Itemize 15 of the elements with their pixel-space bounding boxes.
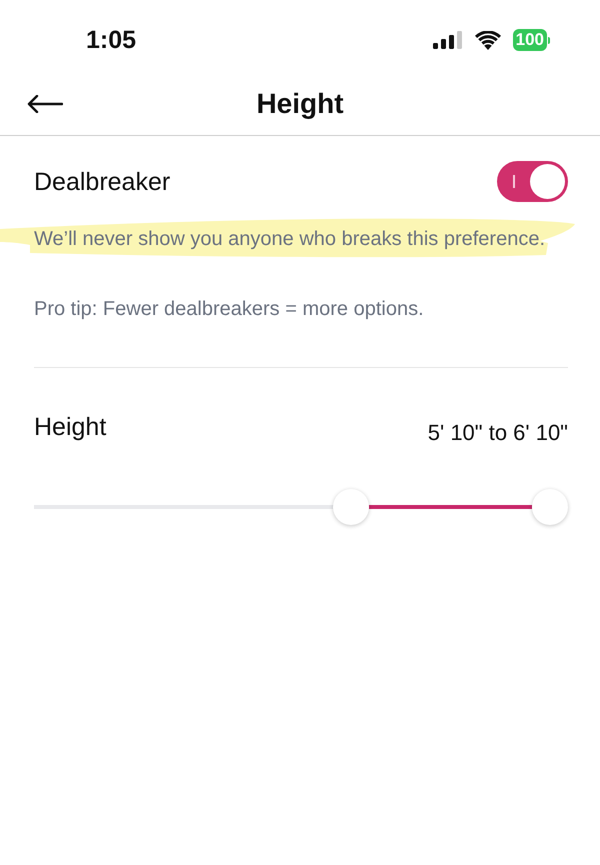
pro-tip-text: Pro tip: Fewer dealbreakers = more options. (34, 297, 425, 321)
dealbreaker-toggle[interactable] (497, 161, 568, 202)
wifi-icon (474, 30, 501, 50)
back-button[interactable] (27, 95, 63, 113)
back-arrow-icon (27, 95, 63, 113)
status-time: 1:05 (86, 25, 136, 55)
height-range-value: 5' 10" to 6' 10" (428, 420, 568, 446)
page-title: Height (256, 86, 344, 120)
dealbreaker-label: Dealbreaker (34, 166, 170, 196)
dealbreaker-description: We’ll never show you anyone who breaks this preference. (34, 227, 546, 251)
slider-thumb[interactable] (532, 489, 568, 525)
slider-thumb[interactable] (332, 489, 369, 525)
height-label: Height (34, 412, 106, 442)
battery-indicator: 100 (512, 29, 550, 51)
signal-icon (432, 31, 463, 49)
